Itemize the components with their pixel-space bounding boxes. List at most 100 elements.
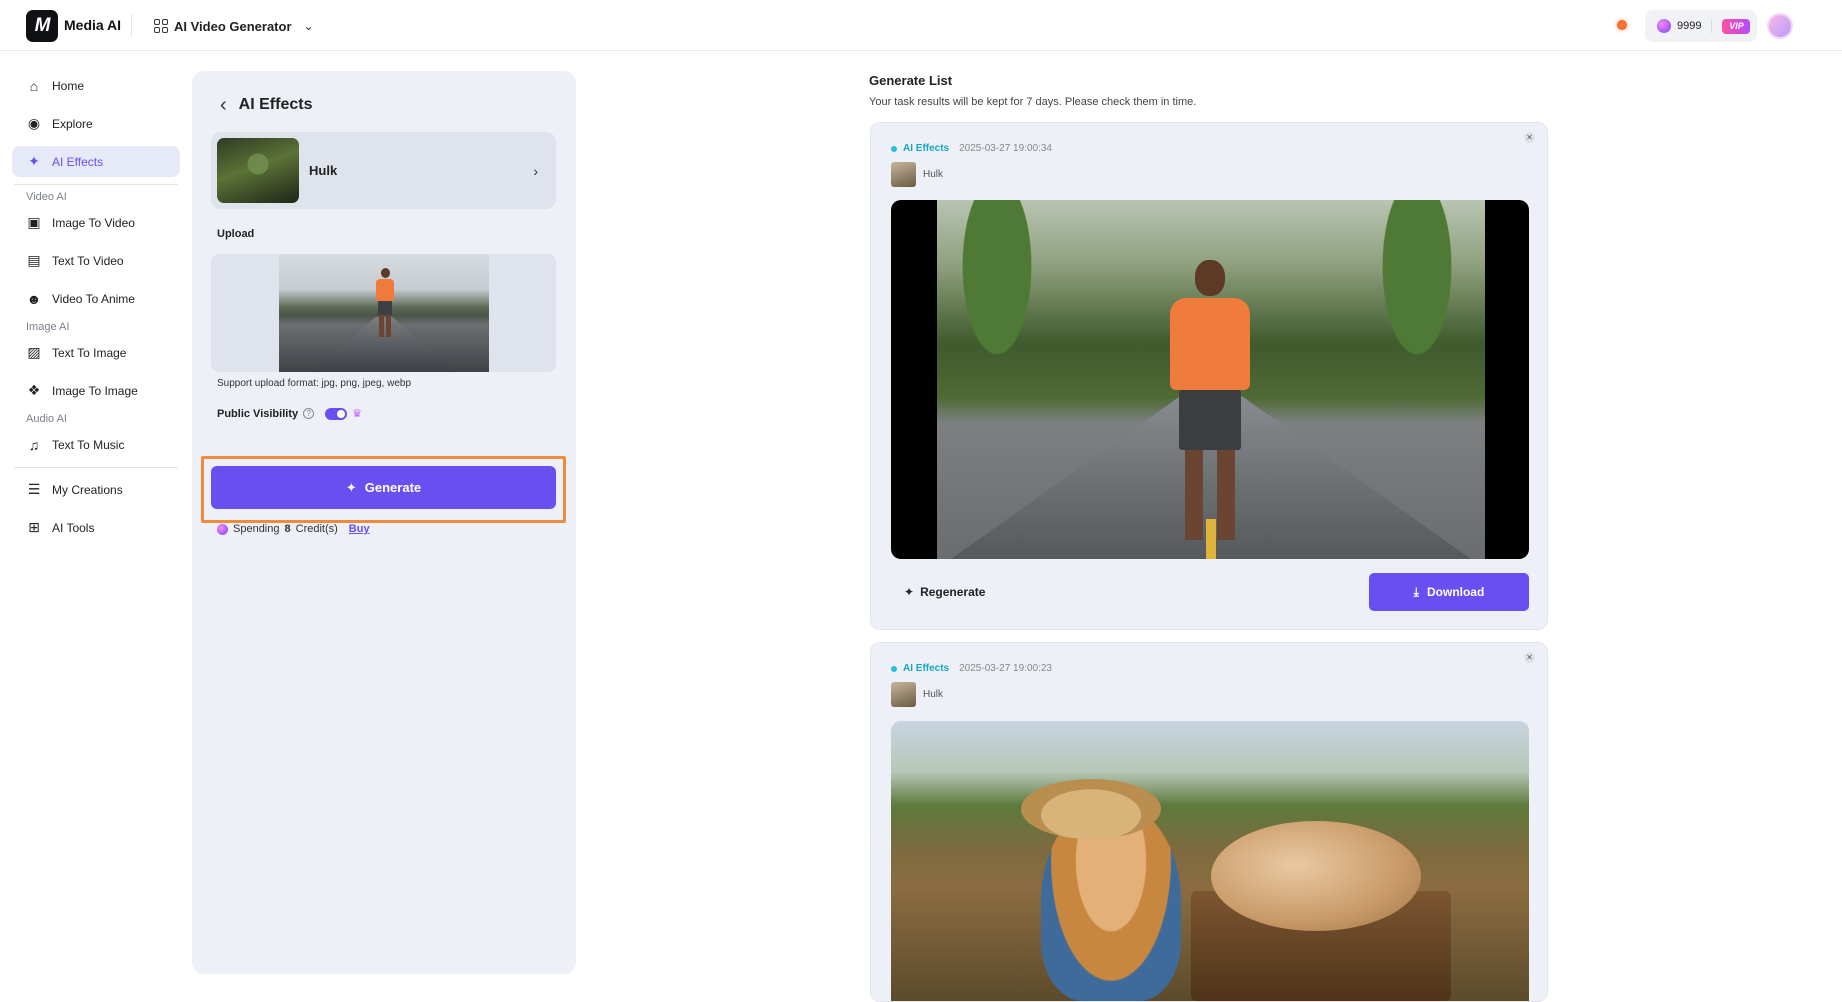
download-icon: ⤓ (1413, 584, 1419, 599)
sidebar-item-label: Text To Image (52, 345, 127, 360)
effect-thumbnail (217, 138, 299, 203)
chevron-right-icon: › (533, 162, 538, 179)
spend-amount: 8 (284, 523, 291, 535)
panel-header: ‹ AI Effects (220, 95, 312, 115)
spend-prefix: Spending (233, 523, 280, 535)
nav-group-label: Audio AI (26, 413, 67, 425)
task-meta: AI Effects 2025-03-27 19:00:23 (891, 663, 1052, 674)
status-dot (891, 665, 897, 672)
chevron-down-icon: ⌄ (303, 19, 314, 33)
task-effect-name: Hulk (923, 689, 944, 700)
task-tag: AI Effects (903, 143, 950, 154)
sparkles-icon: ✦ (904, 585, 915, 599)
sidebar-item-text-to-video[interactable]: ▤ Text To Video (12, 245, 180, 276)
effect-selector[interactable]: Hulk › (211, 132, 556, 209)
notification-icon[interactable] (1617, 20, 1627, 30)
sidebar-item-label: Image To Image (52, 383, 138, 398)
spending-info: Spending 8 Credit(s) Buy (217, 523, 370, 535)
credit-count: 9999 (1677, 20, 1702, 32)
task-actions: ✦ Regenerate ⤓ Download (891, 573, 1529, 611)
divider (14, 467, 178, 468)
result-video[interactable] (891, 200, 1529, 559)
upload-format-hint: Support upload format: jpg, png, jpeg, w… (217, 378, 412, 389)
upload-dropzone[interactable] (211, 254, 556, 372)
regenerate-button[interactable]: ✦ Regenerate (891, 585, 985, 599)
app-switcher-label: AI Video Generator (174, 18, 292, 34)
anime-icon: ☻ (26, 290, 42, 307)
task-effect: Hulk (891, 162, 943, 187)
visibility-label: Public Visibility (217, 407, 299, 420)
image-image-icon: ❖ (27, 382, 41, 398)
app-switcher[interactable]: AI Video Generator ⌄ (154, 14, 314, 38)
sidebar-item-explore[interactable]: ◉ Explore (12, 108, 180, 139)
download-label: Download (1426, 585, 1485, 599)
sidebar-item-home[interactable]: ⌂ Home (12, 70, 180, 101)
upload-label: Upload (217, 228, 255, 240)
task-tag: AI Effects (903, 663, 950, 674)
generate-button[interactable]: ✦ Generate (211, 466, 556, 509)
avatar[interactable] (1767, 13, 1793, 39)
download-button[interactable]: ⤓ Download (1369, 573, 1529, 611)
sidebar-item-video-to-anime[interactable]: ☻ Video To Anime (12, 283, 180, 314)
result-image[interactable] (891, 721, 1529, 1001)
top-bar: M Media AI AI Video Generator ⌄ 9999 VIP (0, 0, 1842, 51)
sidebar-item-label: Video To Anime (52, 291, 135, 306)
effect-mini-thumbnail (891, 682, 916, 707)
sidebar-item-ai-tools[interactable]: ⊞ AI Tools (12, 512, 180, 543)
sidebar-item-ai-effects[interactable]: ✦ AI Effects (12, 146, 180, 177)
task-effect: Hulk (891, 682, 943, 707)
close-icon[interactable]: ✕ (1524, 132, 1535, 143)
divider (1711, 19, 1713, 33)
image-video-icon: ▣ (27, 214, 41, 230)
tools-grid-icon: ⊞ (28, 519, 40, 535)
sidebar-item-label: Explore (52, 116, 93, 131)
home-icon: ⌂ (29, 77, 39, 94)
effect-name: Hulk (309, 163, 338, 178)
close-icon[interactable]: ✕ (1524, 652, 1535, 663)
coin-icon (217, 523, 228, 535)
sidebar-item-label: AI Effects (52, 154, 104, 169)
music-note-icon: ♫ (28, 436, 40, 453)
divider (14, 184, 178, 185)
regenerate-label: Regenerate (920, 585, 986, 599)
spend-suffix: Credit(s) (295, 523, 338, 535)
public-visibility-row: Public Visibility ? ♛ (217, 407, 362, 420)
compass-icon: ◉ (27, 115, 41, 131)
crown-icon: ♛ (352, 408, 362, 420)
sidebar-item-text-to-music[interactable]: ♫ Text To Music (12, 429, 180, 460)
sidebar-item-my-creations[interactable]: ☰ My Creations (12, 474, 180, 505)
apps-grid-icon (154, 19, 168, 33)
sparkles-icon: ✦ (345, 479, 357, 495)
sidebar-item-label: Image To Video (52, 215, 135, 230)
coin-icon (1657, 19, 1671, 33)
back-arrow-icon[interactable]: ‹ (220, 95, 227, 115)
nav-group-label: Image AI (26, 321, 70, 333)
generate-label: Generate (364, 480, 422, 495)
credits-pill[interactable]: 9999 VIP (1645, 10, 1757, 42)
nav-group-label: Video AI (26, 191, 67, 203)
sidebar: ⌂ Home ◉ Explore ✦ AI Effects Video AI ▣… (12, 70, 180, 550)
page-title: AI Effects (238, 96, 313, 113)
task-time: 2025-03-27 19:00:34 (959, 143, 1052, 154)
logo-icon[interactable]: M (26, 10, 58, 42)
visibility-toggle[interactable] (325, 407, 348, 420)
sidebar-item-label: Text To Music (52, 437, 125, 452)
help-icon[interactable]: ? (303, 408, 315, 419)
sidebar-item-label: Home (52, 78, 85, 93)
generate-list-title: Generate List (869, 73, 953, 88)
sidebar-item-image-to-video[interactable]: ▣ Image To Video (12, 207, 180, 238)
task-meta: AI Effects 2025-03-27 19:00:34 (891, 143, 1052, 154)
sidebar-item-label: My Creations (52, 482, 123, 497)
sidebar-item-image-to-image[interactable]: ❖ Image To Image (12, 375, 180, 406)
stack-icon: ☰ (27, 481, 41, 497)
effects-panel: ‹ AI Effects Hulk › Upload Support uploa… (192, 71, 576, 974)
task-card: ✕ AI Effects 2025-03-27 19:00:34 Hulk ✦ … (870, 122, 1548, 630)
generate-list-subtitle: Your task results will be kept for 7 day… (869, 96, 1197, 108)
sidebar-item-label: AI Tools (52, 520, 95, 535)
sidebar-item-text-to-image[interactable]: ▨ Text To Image (12, 337, 180, 368)
text-video-icon: ▤ (27, 252, 41, 268)
task-card: ✕ AI Effects 2025-03-27 19:00:23 Hulk (870, 642, 1548, 1002)
uploaded-image (279, 254, 489, 372)
buy-link[interactable]: Buy (349, 523, 370, 535)
text-image-icon: ▨ (27, 344, 41, 360)
